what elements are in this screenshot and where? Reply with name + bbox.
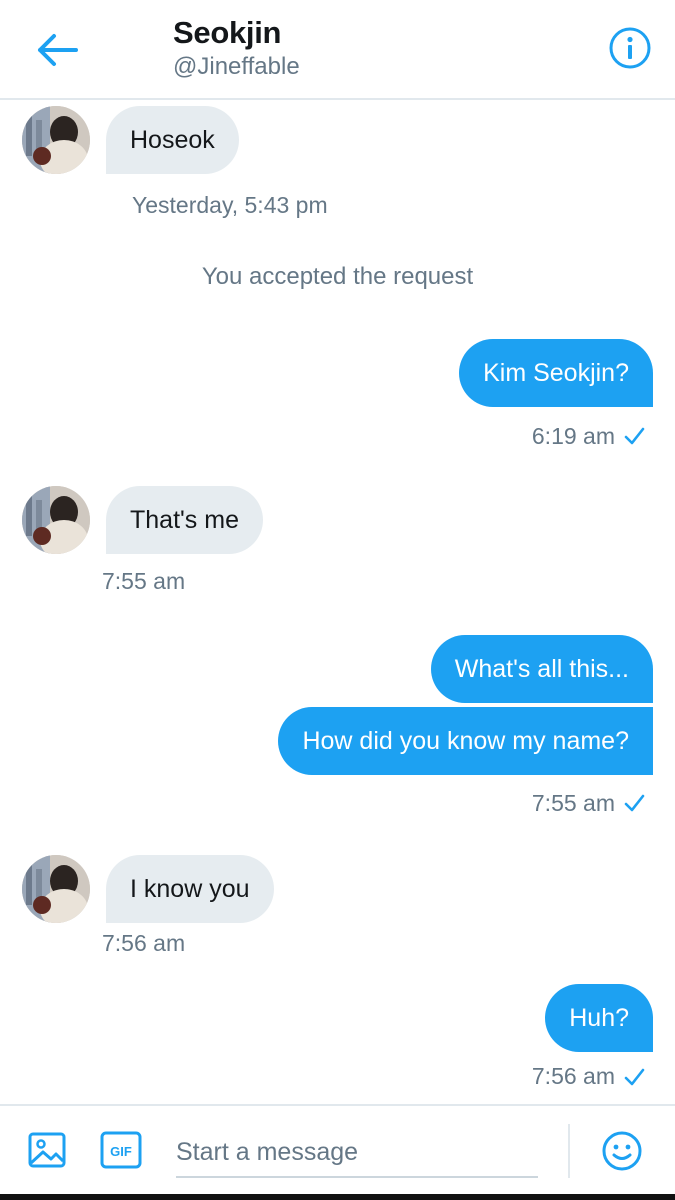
dm-conversation-screen: Seokjin @Jineffable Hoseok Yesterday, 5:…	[0, 0, 675, 1200]
message-bubble-outgoing[interactable]: What's all this...	[430, 635, 653, 703]
message-timestamp: 7:55 am	[531, 790, 615, 816]
composer-divider	[568, 1124, 570, 1178]
image-button[interactable]	[27, 1130, 67, 1175]
contact-avatar[interactable]	[22, 106, 90, 174]
message-timestamp: Yesterday, 5:43 pm	[132, 192, 328, 218]
request-accepted-note: You accepted the request	[201, 263, 474, 290]
message-composer: GIF	[0, 1104, 675, 1194]
gif-button[interactable]: GIF	[100, 1131, 142, 1174]
conversation-header: Seokjin @Jineffable	[0, 0, 675, 100]
contact-avatar[interactable]	[22, 855, 90, 923]
info-button[interactable]	[608, 26, 652, 70]
image-icon	[28, 1132, 66, 1168]
emoji-icon	[602, 1131, 642, 1171]
message-input[interactable]	[176, 1128, 538, 1178]
info-icon	[609, 27, 651, 69]
message-bubble-incoming[interactable]: That's me	[106, 486, 263, 554]
conversation-title-block[interactable]: Seokjin @Jineffable	[173, 14, 300, 82]
checkmark-icon	[624, 794, 645, 812]
message-timestamp: 7:55 am	[102, 568, 186, 594]
message-bubble-outgoing[interactable]: Kim Seokjin?	[459, 339, 653, 407]
gif-label: GIF	[110, 1144, 132, 1159]
message-timestamp: 7:56 am	[102, 930, 186, 956]
message-bubble-outgoing[interactable]: Huh?	[545, 984, 653, 1052]
emoji-button[interactable]	[601, 1130, 643, 1177]
contact-name: Seokjin	[173, 15, 282, 50]
contact-avatar[interactable]	[22, 486, 90, 554]
back-button[interactable]	[30, 28, 82, 72]
message-bubble-incoming[interactable]: I know you	[106, 855, 274, 923]
arrow-left-icon	[38, 34, 78, 66]
message-bubble-incoming[interactable]: Hoseok	[106, 106, 239, 174]
checkmark-icon	[624, 427, 645, 445]
system-bottom-bar	[0, 1194, 675, 1200]
message-timestamp: 6:19 am	[531, 423, 615, 449]
checkmark-icon	[624, 1068, 645, 1086]
message-timestamp: 7:56 am	[531, 1063, 615, 1089]
message-bubble-outgoing[interactable]: How did you know my name?	[278, 707, 653, 775]
contact-handle: @Jineffable	[173, 53, 300, 80]
gif-icon: GIF	[100, 1131, 142, 1169]
